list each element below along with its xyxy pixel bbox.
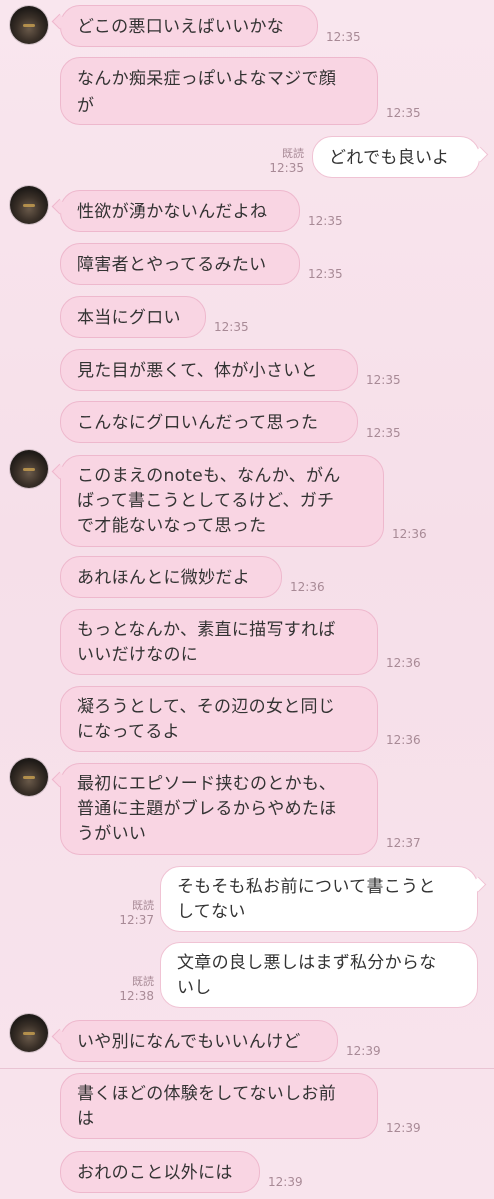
message-text: 最初にエピソード挟むのとかも、 普通に主題がブレるからやめたほ うがいい bbox=[77, 774, 337, 844]
message-text: 本当にグロい bbox=[77, 308, 181, 328]
message-bubble[interactable]: 性欲が湧かないんだよね bbox=[60, 190, 300, 232]
message-bubble[interactable]: なんか痴呆症っぽいよなマジで顔 が bbox=[60, 57, 378, 125]
read-label: 既読 bbox=[282, 147, 304, 160]
message-bubble[interactable]: おれのこと以外には bbox=[60, 1151, 260, 1193]
message-text: 書くほどの体験をしてないしお前 は bbox=[77, 1084, 336, 1129]
message-timestamp: 12:36 bbox=[290, 580, 325, 594]
read-label: 既読 bbox=[132, 899, 154, 912]
message-timestamp: 12:35 bbox=[386, 106, 421, 120]
message-bubble[interactable]: 見た目が悪くて、体が小さいと bbox=[60, 349, 358, 391]
message-bubble[interactable]: 本当にグロい bbox=[60, 296, 206, 338]
chat-thread[interactable]: どこの悪口いえばいいかな 12:35 なんか痴呆症っぽいよなマジで顔 が 12:… bbox=[0, 0, 494, 1199]
message-bubble[interactable]: 障害者とやってるみたい bbox=[60, 243, 300, 285]
message-bubble[interactable]: 文章の良し悪しはまず私分からな いし bbox=[160, 942, 478, 1008]
message-timestamp: 12:36 bbox=[386, 733, 421, 747]
message-timestamp: 12:35 bbox=[326, 30, 361, 44]
message-bubble[interactable]: どれでも良いよ bbox=[312, 136, 480, 178]
sender-avatar[interactable] bbox=[10, 6, 48, 44]
read-receipt: 既読 12:38 bbox=[112, 974, 154, 1004]
message-text: 見た目が悪くて、体が小さいと bbox=[77, 361, 318, 381]
message-timestamp: 12:37 bbox=[119, 913, 154, 927]
message-text: 障害者とやってるみたい bbox=[77, 255, 267, 275]
message-timestamp: 12:35 bbox=[308, 267, 343, 281]
message-bubble[interactable]: もっとなんか、素直に描写すれば いいだけなのに bbox=[60, 609, 378, 675]
message-text: おれのこと以外には bbox=[77, 1163, 233, 1183]
message-bubble[interactable]: いや別になんでもいいんけど bbox=[60, 1020, 338, 1062]
message-bubble[interactable]: 最初にエピソード挟むのとかも、 普通に主題がブレるからやめたほ うがいい bbox=[60, 763, 378, 855]
message-text: どこの悪口いえばいいかな bbox=[77, 17, 285, 37]
sender-avatar[interactable] bbox=[10, 450, 48, 488]
message-timestamp: 12:39 bbox=[268, 1175, 303, 1189]
message-timestamp: 12:39 bbox=[346, 1044, 381, 1058]
message-text: そもそも私お前について書こうと してない bbox=[177, 877, 436, 922]
message-timestamp: 12:35 bbox=[366, 426, 401, 440]
sender-avatar[interactable] bbox=[10, 758, 48, 796]
sender-avatar[interactable] bbox=[10, 186, 48, 224]
read-receipt: 既読 12:35 bbox=[262, 146, 304, 176]
message-text: このまえのnoteも、なんか、がん ばって書こうとしてるけど、ガチ で才能ないな… bbox=[77, 466, 341, 536]
message-timestamp: 12:36 bbox=[386, 656, 421, 670]
message-bubble[interactable]: どこの悪口いえばいいかな bbox=[60, 5, 318, 47]
message-text: もっとなんか、素直に描写すれば いいだけなのに bbox=[77, 620, 336, 665]
message-bubble[interactable]: あれほんとに微妙だよ bbox=[60, 556, 282, 598]
message-text: 性欲が湧かないんだよね bbox=[77, 202, 268, 222]
message-timestamp: 12:35 bbox=[269, 161, 304, 175]
message-timestamp: 12:36 bbox=[392, 527, 427, 541]
sender-avatar[interactable] bbox=[10, 1014, 48, 1052]
message-timestamp: 12:38 bbox=[119, 989, 154, 1003]
message-text: あれほんとに微妙だよ bbox=[77, 568, 250, 588]
message-bubble[interactable]: 凝ろうとして、その辺の女と同じ になってるよ bbox=[60, 686, 378, 752]
read-receipt: 既読 12:37 bbox=[112, 898, 154, 928]
message-text: 凝ろうとして、その辺の女と同じ になってるよ bbox=[77, 697, 336, 742]
message-bubble[interactable]: こんなにグロいんだって思った bbox=[60, 401, 358, 443]
read-label: 既読 bbox=[132, 975, 154, 988]
message-timestamp: 12:35 bbox=[308, 214, 343, 228]
message-timestamp: 12:35 bbox=[366, 373, 401, 387]
message-bubble[interactable]: 書くほどの体験をしてないしお前 は bbox=[60, 1073, 378, 1139]
message-text: 文章の良し悪しはまず私分からな いし bbox=[177, 953, 437, 998]
message-text: いや別になんでもいいんけど bbox=[77, 1032, 301, 1052]
message-bubble[interactable]: このまえのnoteも、なんか、がん ばって書こうとしてるけど、ガチ で才能ないな… bbox=[60, 455, 384, 547]
divider bbox=[0, 1068, 494, 1069]
message-timestamp: 12:37 bbox=[386, 836, 421, 850]
message-timestamp: 12:35 bbox=[214, 320, 249, 334]
message-text: こんなにグロいんだって思った bbox=[77, 413, 319, 433]
message-text: どれでも良いよ bbox=[329, 148, 450, 168]
message-bubble[interactable]: そもそも私お前について書こうと してない bbox=[160, 866, 478, 932]
message-timestamp: 12:39 bbox=[386, 1121, 421, 1135]
message-text: なんか痴呆症っぽいよなマジで顔 が bbox=[77, 69, 337, 116]
